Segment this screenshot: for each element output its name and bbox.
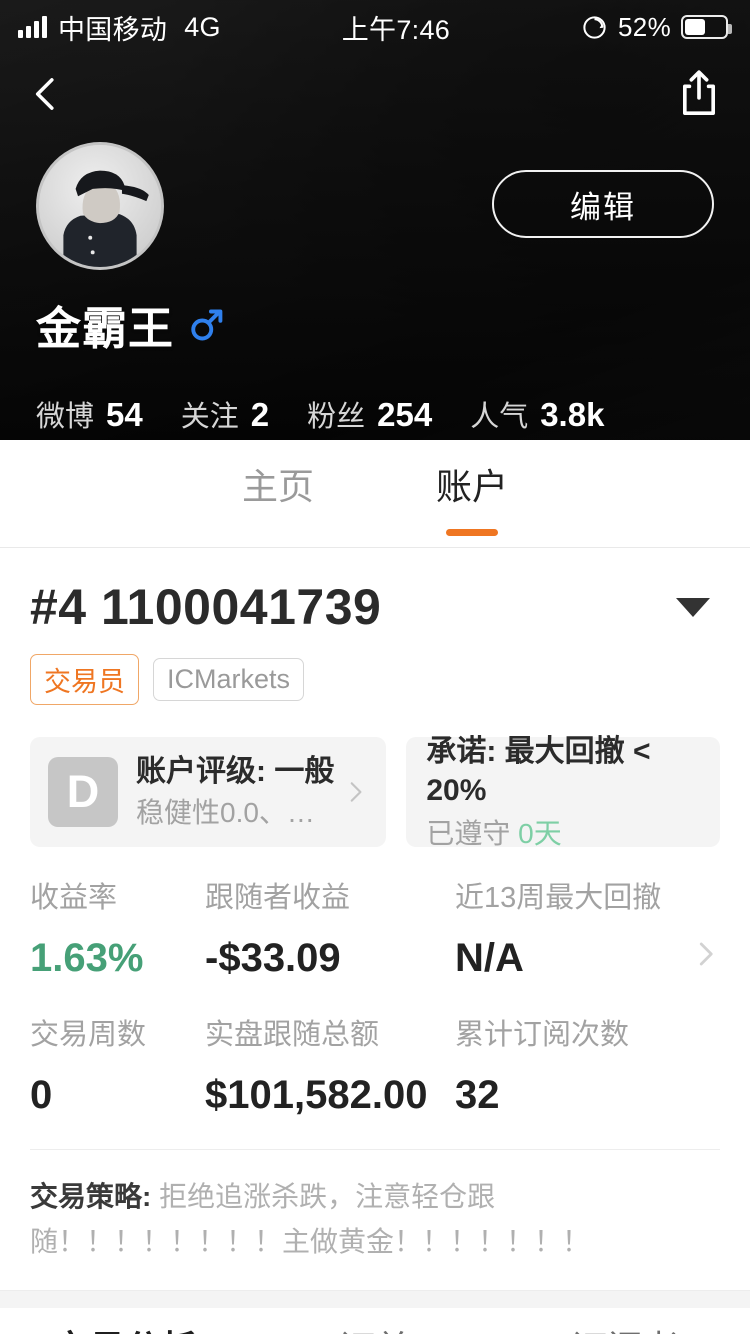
account-cards: D 账户评级: 一般 稳健性0.0、… 承诺: 最大回撤 < 20% 已遵守 0… bbox=[30, 735, 720, 849]
tab-orders[interactable]: 订单 bbox=[250, 1320, 500, 1334]
chevron-right-icon bbox=[350, 782, 362, 802]
metric-subscriptions-label: 累计订阅次数 bbox=[455, 1018, 630, 1051]
metrics-row-1: 收益率 1.63% 跟随者收益 -$33.09 近13周最大回撤 N/A bbox=[30, 881, 720, 980]
pledge-card-title: 承诺: 最大回撤 < 20% bbox=[426, 734, 651, 807]
rotation-lock-icon bbox=[583, 15, 606, 39]
stat-popularity[interactable]: 人气 3.8k bbox=[470, 393, 604, 435]
status-badge-broker: ICMarkets bbox=[153, 658, 305, 701]
user-avatar bbox=[39, 145, 161, 267]
profile-stats: 微博 54 关注 2 粉丝 254 人气 3.8k bbox=[0, 357, 750, 435]
chevron-down-icon[interactable] bbox=[676, 597, 710, 617]
stat-following-value: 2 bbox=[250, 396, 270, 433]
pledge-status-label: 已遵守 bbox=[426, 817, 511, 849]
status-bar: 中国移动 4G 上午7:46 52% bbox=[0, 0, 750, 54]
account-metrics: 收益率 1.63% 跟随者收益 -$33.09 近13周最大回撤 N/A 交易周… bbox=[30, 881, 720, 1117]
section-gap bbox=[0, 1290, 750, 1309]
status-bar-right: 52% bbox=[581, 11, 732, 43]
profile-hero: 中国移动 4G 上午7:46 52% 编辑 金霸王 微博 54 关注 2 粉丝 … bbox=[0, 0, 750, 440]
stat-popularity-label: 人气 bbox=[470, 401, 529, 433]
network-type-label: 4G bbox=[184, 11, 221, 42]
account-title-row: #4 1100041739 bbox=[30, 578, 720, 636]
metric-total-copied-value: $101,582.00 bbox=[205, 1072, 428, 1117]
metrics-row-2: 交易周数 0 实盘跟随总额 $101,582.00 累计订阅次数 32 bbox=[30, 1018, 720, 1117]
metric-trading-weeks: 交易周数 0 bbox=[30, 1018, 205, 1117]
metric-max-drawdown: 近13周最大回撤 N/A bbox=[455, 881, 720, 980]
page-title: 金霸王 bbox=[36, 303, 175, 354]
pledge-card-status: 已遵守 0天 bbox=[426, 815, 561, 853]
pledge-card[interactable]: 承诺: 最大回撤 < 20% 已遵守 0天 bbox=[406, 735, 720, 849]
metric-follower-profit: 跟随者收益 -$33.09 bbox=[205, 881, 455, 980]
hero-identity-row: 编辑 bbox=[0, 134, 750, 270]
metric-follower-profit-label: 跟随者收益 bbox=[205, 882, 351, 914]
account-badges: 交易员 ICMarkets bbox=[30, 654, 720, 705]
metric-subscriptions: 累计订阅次数 32 bbox=[455, 1018, 720, 1117]
metrics-chevron-right-icon[interactable] bbox=[690, 939, 720, 969]
metric-trading-weeks-value: 0 bbox=[30, 1072, 53, 1117]
metric-max-drawdown-label: 近13周最大回撤 bbox=[455, 882, 662, 914]
battery-percent-label: 52% bbox=[618, 11, 671, 42]
account-section: #4 1100041739 交易员 ICMarkets D 账户评级: 一般 稳… bbox=[0, 548, 750, 1150]
stat-popularity-value: 3.8k bbox=[540, 396, 605, 433]
stat-weibo-label: 微博 bbox=[36, 401, 95, 433]
carrier-label: 中国移动 bbox=[58, 14, 168, 45]
avatar[interactable] bbox=[36, 142, 164, 270]
back-chevron-icon[interactable] bbox=[26, 74, 66, 114]
stat-weibo-value: 54 bbox=[106, 396, 143, 433]
rating-grade-badge: D bbox=[48, 757, 118, 827]
share-icon[interactable] bbox=[676, 69, 722, 119]
edit-profile-button[interactable]: 编辑 bbox=[492, 170, 714, 238]
stat-weibo[interactable]: 微博 54 bbox=[36, 393, 143, 435]
top-tab-bar: 主页 账户 bbox=[0, 440, 750, 548]
stat-followers-value: 254 bbox=[377, 396, 433, 433]
male-gender-icon bbox=[191, 309, 223, 340]
battery-icon bbox=[681, 15, 732, 39]
metric-follower-profit-value: -$33.09 bbox=[205, 935, 341, 980]
hero-navigation-bar bbox=[0, 54, 750, 134]
metric-total-copied: 实盘跟随总额 $101,582.00 bbox=[205, 1018, 455, 1117]
rating-card-title: 账户评级: 一般 bbox=[136, 755, 335, 789]
account-number: #4 1100041739 bbox=[30, 579, 382, 635]
strategy-description: 交易策略: 拒绝追涨杀跌，注意轻仓跟随！！！！！！！！主做黄金！！！！！！！ bbox=[30, 1150, 750, 1265]
metric-max-drawdown-value: N/A bbox=[455, 935, 524, 980]
bottom-tab-bar: 交易分析 订单 订阅者 bbox=[0, 1308, 750, 1334]
signal-bars-icon bbox=[18, 16, 47, 38]
tab-trade-analysis[interactable]: 交易分析 bbox=[0, 1320, 250, 1334]
rating-card-subtitle: 稳健性0.0、… bbox=[136, 796, 315, 828]
metric-trading-weeks-label: 交易周数 bbox=[30, 1018, 147, 1051]
rating-card-text: 账户评级: 一般 稳健性0.0、… bbox=[136, 753, 334, 831]
metric-subscriptions-value: 32 bbox=[455, 1072, 500, 1117]
tab-subscribers[interactable]: 订阅者 bbox=[500, 1320, 750, 1334]
tab-account[interactable]: 账户 bbox=[430, 458, 514, 530]
status-bar-clock: 上午7:46 bbox=[341, 14, 451, 45]
strategy-label: 交易策略: bbox=[30, 1180, 152, 1212]
pledge-status-value: 0天 bbox=[518, 817, 562, 849]
app-screen: 中国移动 4G 上午7:46 52% 编辑 金霸王 微博 54 关注 2 粉丝 … bbox=[0, 0, 750, 1334]
stat-followers-label: 粉丝 bbox=[307, 401, 366, 433]
metric-return-rate-value: 1.63% bbox=[30, 935, 144, 980]
username-row: 金霸王 bbox=[0, 270, 750, 357]
stat-following[interactable]: 关注 2 bbox=[181, 393, 269, 435]
tab-home[interactable]: 主页 bbox=[236, 458, 320, 530]
stat-followers[interactable]: 粉丝 254 bbox=[307, 393, 432, 435]
metric-return-rate-label: 收益率 bbox=[30, 882, 118, 914]
metric-return-rate: 收益率 1.63% bbox=[30, 881, 205, 980]
stat-following-label: 关注 bbox=[180, 401, 239, 433]
status-bar-left: 中国移动 4G bbox=[18, 8, 221, 47]
rating-card[interactable]: D 账户评级: 一般 稳健性0.0、… bbox=[30, 737, 387, 847]
status-badge-trader: 交易员 bbox=[30, 654, 139, 705]
metric-total-copied-label: 实盘跟随总额 bbox=[205, 1018, 380, 1051]
